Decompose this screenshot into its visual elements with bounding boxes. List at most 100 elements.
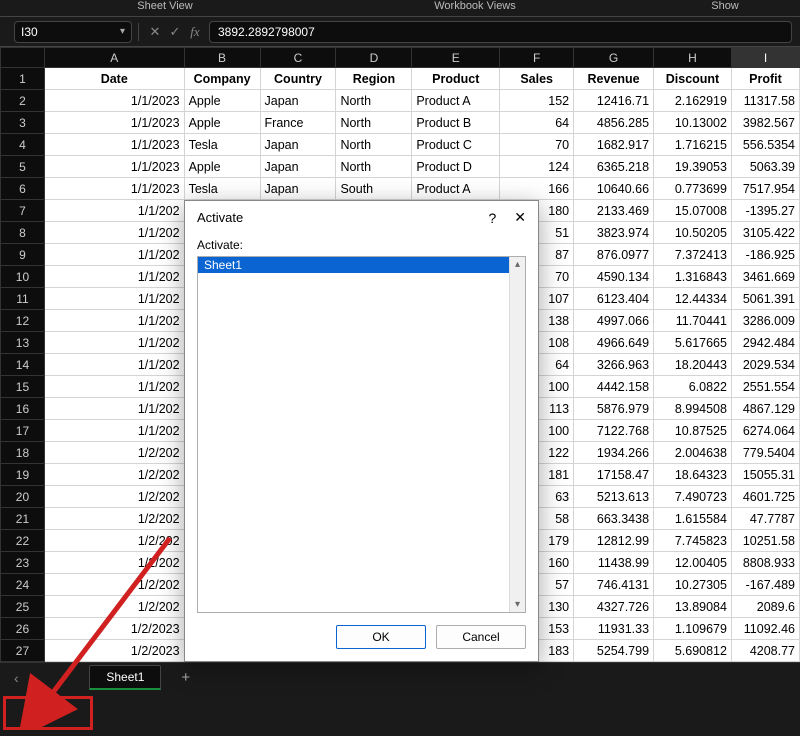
close-icon[interactable]: ✕ [514, 209, 526, 226]
cell[interactable]: 1/2/202 [44, 552, 184, 574]
row-header[interactable]: 26 [1, 618, 45, 640]
cancel-button[interactable]: Cancel [436, 625, 526, 649]
column-header[interactable]: F [500, 48, 574, 68]
cell[interactable]: 64 [500, 112, 574, 134]
listbox-scrollbar[interactable]: ▴ ▾ [509, 257, 525, 612]
cell[interactable]: Tesla [184, 178, 260, 200]
row-header[interactable]: 4 [1, 134, 45, 156]
cell[interactable]: 2.162919 [654, 90, 732, 112]
cell[interactable]: 1/1/202 [44, 244, 184, 266]
cell[interactable]: 1/1/202 [44, 354, 184, 376]
cell[interactable]: 5213.613 [574, 486, 654, 508]
cell[interactable]: Apple [184, 156, 260, 178]
cell[interactable]: Japan [260, 178, 336, 200]
cell[interactable]: 7.372413 [654, 244, 732, 266]
table-header-cell[interactable]: Company [184, 68, 260, 90]
cell[interactable]: 1/1/2023 [44, 178, 184, 200]
cell[interactable]: 1/1/2023 [44, 112, 184, 134]
row-header[interactable]: 17 [1, 420, 45, 442]
row-header[interactable]: 5 [1, 156, 45, 178]
cell[interactable]: -167.489 [731, 574, 799, 596]
cell[interactable]: 10640.66 [574, 178, 654, 200]
cell[interactable]: 4208.77 [731, 640, 799, 662]
table-header-cell[interactable]: Region [336, 68, 412, 90]
cell[interactable]: 2942.484 [731, 332, 799, 354]
cell[interactable]: 1/1/202 [44, 288, 184, 310]
cell[interactable]: 1/2/202 [44, 530, 184, 552]
cell[interactable]: South [336, 178, 412, 200]
cell[interactable]: 1934.266 [574, 442, 654, 464]
cell[interactable]: Product A [412, 90, 500, 112]
cell[interactable]: 10.50205 [654, 222, 732, 244]
cell[interactable]: 8808.933 [731, 552, 799, 574]
cell[interactable]: Japan [260, 156, 336, 178]
cell[interactable]: 11931.33 [574, 618, 654, 640]
cell[interactable]: 1/1/202 [44, 420, 184, 442]
cell[interactable]: 1682.917 [574, 134, 654, 156]
cell[interactable]: 1/1/202 [44, 332, 184, 354]
column-header[interactable]: B [184, 48, 260, 68]
cancel-formula-icon[interactable]: ✕ [145, 24, 165, 40]
row-header[interactable]: 3 [1, 112, 45, 134]
cell[interactable]: 4867.129 [731, 398, 799, 420]
row-header[interactable]: 22 [1, 530, 45, 552]
cell[interactable]: 6274.064 [731, 420, 799, 442]
row-header[interactable]: 24 [1, 574, 45, 596]
cell[interactable]: 1.109679 [654, 618, 732, 640]
cell[interactable]: 5876.979 [574, 398, 654, 420]
cell[interactable]: 5061.391 [731, 288, 799, 310]
cell[interactable]: 2.004638 [654, 442, 732, 464]
cell[interactable]: 10.27305 [654, 574, 732, 596]
cell[interactable]: 5063.39 [731, 156, 799, 178]
cell[interactable]: 1.316843 [654, 266, 732, 288]
cell[interactable]: North [336, 156, 412, 178]
cell[interactable]: 1/2/202 [44, 574, 184, 596]
cell[interactable]: 17158.47 [574, 464, 654, 486]
cell[interactable]: 7.490723 [654, 486, 732, 508]
cell[interactable]: Product A [412, 178, 500, 200]
name-box[interactable]: I30 ▾ [14, 21, 132, 43]
cell[interactable]: 7.745823 [654, 530, 732, 552]
table-header-cell[interactable]: Revenue [574, 68, 654, 90]
cell[interactable]: Product D [412, 156, 500, 178]
cell[interactable]: 12.44334 [654, 288, 732, 310]
cell[interactable]: Product C [412, 134, 500, 156]
cell[interactable]: 4327.726 [574, 596, 654, 618]
cell[interactable]: 47.7787 [731, 508, 799, 530]
cell[interactable]: 1/2/202 [44, 596, 184, 618]
cell[interactable]: 4601.725 [731, 486, 799, 508]
row-header[interactable]: 12 [1, 310, 45, 332]
formula-input[interactable]: 3892.2892798007 [209, 21, 792, 43]
cell[interactable]: 1/1/2023 [44, 156, 184, 178]
row-header[interactable]: 18 [1, 442, 45, 464]
row-header[interactable]: 10 [1, 266, 45, 288]
row-header[interactable]: 11 [1, 288, 45, 310]
table-header-cell[interactable]: Discount [654, 68, 732, 90]
cell[interactable]: 15.07008 [654, 200, 732, 222]
row-header[interactable]: 25 [1, 596, 45, 618]
cell[interactable]: 1/2/202 [44, 442, 184, 464]
cell[interactable]: France [260, 112, 336, 134]
cell[interactable]: 166 [500, 178, 574, 200]
table-header-cell[interactable]: Profit [731, 68, 799, 90]
cell[interactable]: 10251.58 [731, 530, 799, 552]
cell[interactable]: 18.20443 [654, 354, 732, 376]
cell[interactable]: 1/1/202 [44, 398, 184, 420]
row-header[interactable]: 27 [1, 640, 45, 662]
cell[interactable]: 6.0822 [654, 376, 732, 398]
sheet-listbox[interactable]: Sheet1 ▴ ▾ [197, 256, 526, 613]
cell[interactable]: 11317.58 [731, 90, 799, 112]
cell[interactable]: 2551.554 [731, 376, 799, 398]
row-header[interactable]: 2 [1, 90, 45, 112]
column-header[interactable]: A [44, 48, 184, 68]
cell[interactable]: 1/1/202 [44, 310, 184, 332]
cell[interactable]: 1/1/202 [44, 200, 184, 222]
cell[interactable]: 70 [500, 134, 574, 156]
cell[interactable]: 19.39053 [654, 156, 732, 178]
row-header[interactable]: 14 [1, 354, 45, 376]
cell[interactable]: 6365.218 [574, 156, 654, 178]
cell[interactable]: 4997.066 [574, 310, 654, 332]
cell[interactable]: 15055.31 [731, 464, 799, 486]
cell[interactable]: North [336, 112, 412, 134]
cell[interactable]: 5.690812 [654, 640, 732, 662]
